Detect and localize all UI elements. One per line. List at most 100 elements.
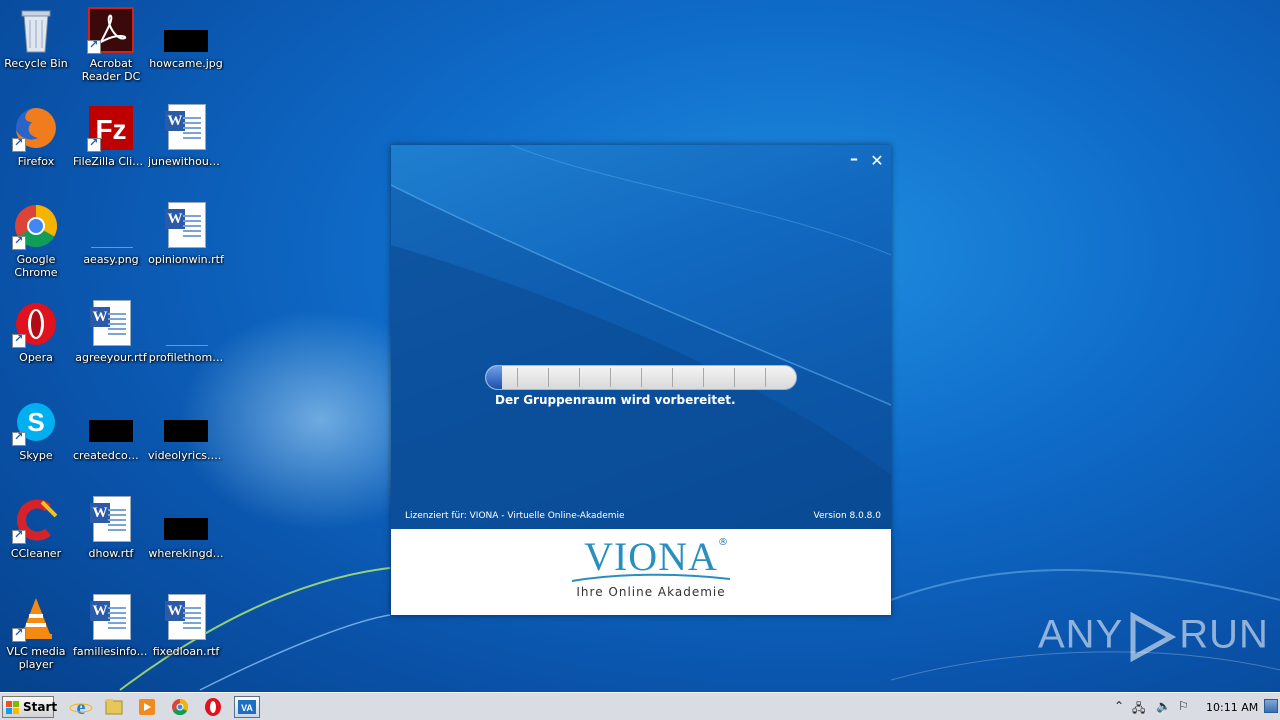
anyrun-watermark: ANY RUN	[1038, 612, 1269, 662]
taskbar-internet-explorer[interactable]: e	[68, 696, 94, 719]
desktop-icon-skype[interactable]: S Skype	[0, 398, 74, 462]
chrome-icon	[12, 202, 60, 250]
action-center-flag-icon[interactable]: ⚐	[1178, 699, 1189, 713]
desktop-icon-fixedloan[interactable]: W fixedloan.rtf	[148, 594, 224, 658]
loader-background-waves	[391, 145, 891, 529]
desktop-icon-agreeyour[interactable]: W agreeyour.rtf	[73, 300, 149, 364]
desktop-icon-filezilla[interactable]: Fz FileZilla Client	[73, 104, 149, 168]
word-document-icon: W	[162, 594, 210, 642]
license-text: Lizenziert für: VIONA - Virtuelle Online…	[405, 511, 625, 521]
watermark-left-text: ANY	[1038, 612, 1124, 657]
desktop-icon-label: CCleaner	[10, 547, 62, 560]
progress-fill	[486, 366, 502, 389]
desktop-icon-label: profilethom…	[148, 351, 224, 364]
desktop-icon-vlc[interactable]: VLC media player	[0, 594, 74, 671]
desktop-icon-label: aeasy.png	[83, 253, 139, 266]
loading-status-text: Der Gruppenraum wird vorbereitet.	[495, 393, 736, 407]
shortcut-arrow-icon	[87, 136, 101, 152]
desktop-icon-howcame[interactable]: howcame.jpg	[148, 6, 224, 70]
desktop-icon-label: opinionwin.rtf	[148, 253, 224, 266]
watermark-right-text: RUN	[1179, 612, 1269, 657]
desktop-icon-label: Firefox	[17, 155, 55, 168]
progress-segment	[641, 368, 642, 387]
word-document-icon: W	[87, 594, 135, 642]
image-file-icon	[162, 6, 210, 54]
opera-icon	[12, 300, 60, 348]
close-button[interactable]: ✕	[868, 151, 886, 170]
desktop-icon-createdcom[interactable]: createdcom…	[73, 398, 149, 462]
desktop-icon-label: Opera	[19, 351, 53, 364]
image-file-icon	[87, 398, 135, 446]
progress-segment	[672, 368, 673, 387]
desktop-icon-label: howcame.jpg	[149, 57, 223, 70]
show-hidden-icons-icon[interactable]: ⌃	[1114, 699, 1124, 713]
shortcut-arrow-icon	[12, 528, 26, 544]
network-icon[interactable]: 🖧	[1132, 699, 1145, 720]
desktop-icon-opera[interactable]: Opera	[0, 300, 74, 364]
logo-swoosh	[571, 573, 731, 582]
viona-logo: VIONA ® Ihre Online Akademie	[566, 535, 736, 609]
image-file-icon	[162, 496, 210, 544]
desktop-icon-label: fixedloan.rtf	[152, 645, 220, 658]
minimize-button[interactable]: –	[845, 149, 863, 168]
desktop-icon-dhow[interactable]: W dhow.rtf	[73, 496, 149, 560]
chrome-icon	[172, 698, 189, 716]
shortcut-arrow-icon	[12, 234, 26, 250]
start-label: Start	[23, 700, 58, 714]
taskbar-chrome[interactable]	[167, 696, 193, 718]
desktop-icon-label: dhow.rtf	[88, 547, 134, 560]
taskbar-media-player[interactable]	[134, 696, 160, 718]
desktop-icon-familiesinfo[interactable]: W familiesinfo.rtf	[73, 594, 149, 658]
desktop-icon-acrobat[interactable]: Acrobat Reader DC	[73, 6, 149, 83]
desktop-icon-opinionwin[interactable]: W opinionwin.rtf	[148, 202, 224, 266]
desktop-icon-label: VLC media player	[6, 645, 66, 671]
svg-text:e: e	[77, 697, 86, 718]
windows-logo-icon	[6, 701, 19, 714]
ccleaner-icon	[12, 496, 60, 544]
shortcut-arrow-icon	[12, 136, 26, 152]
skype-icon: S	[12, 398, 60, 446]
media-player-icon	[139, 699, 155, 715]
desktop-icon-label: Recycle Bin	[4, 57, 68, 70]
desktop-icon-junewithout[interactable]: W junewithout…	[148, 104, 224, 168]
desktop-icon-label: wherekingd…	[148, 547, 224, 560]
progress-segment	[517, 368, 518, 387]
taskbar-viona[interactable]: VA	[234, 696, 260, 718]
progress-segment	[610, 368, 611, 387]
taskbar: Start e VA ⌃ 🖧 🔈 ⚐ 10:11 AM	[0, 692, 1280, 720]
desktop-icon-aeasy[interactable]: aeasy.png	[73, 202, 149, 266]
word-document-icon: W	[162, 104, 210, 152]
desktop-icon-label: createdcom…	[73, 449, 149, 462]
image-file-icon	[162, 300, 210, 348]
desktop-icon-ccleaner[interactable]: CCleaner	[0, 496, 74, 560]
opera-icon	[205, 698, 221, 716]
desktop-icon-label: agreeyour.rtf	[75, 351, 147, 364]
internet-explorer-icon: e	[69, 697, 93, 719]
image-file-icon	[162, 398, 210, 446]
desktop-icon-profilethom[interactable]: profilethom…	[148, 300, 224, 364]
svg-text:VA: VA	[241, 703, 253, 713]
word-document-icon: W	[87, 496, 135, 544]
taskbar-opera[interactable]	[200, 696, 226, 718]
taskbar-file-explorer[interactable]	[101, 696, 127, 718]
show-desktop-button[interactable]	[1264, 699, 1278, 713]
clock[interactable]: 10:11 AM	[1206, 701, 1258, 714]
version-text: Version 8.0.8.0	[813, 511, 881, 521]
shortcut-arrow-icon	[87, 38, 101, 54]
start-button[interactable]: Start	[2, 696, 58, 718]
volume-icon[interactable]: 🔈	[1156, 699, 1171, 713]
desktop-icon-chrome[interactable]: Google Chrome	[0, 202, 74, 279]
desktop-icon-label: FileZilla Client	[73, 155, 149, 168]
desktop-icon-recycle-bin[interactable]: Recycle Bin	[0, 6, 74, 70]
desktop-icon-label: junewithout…	[148, 155, 224, 168]
recycle-bin-icon	[12, 6, 60, 54]
svg-text:S: S	[27, 407, 44, 437]
desktop-icon-label: Google Chrome	[14, 253, 58, 279]
logo-panel: VIONA ® Ihre Online Akademie	[391, 529, 891, 615]
desktop-icon-wherekingd[interactable]: wherekingd…	[148, 496, 224, 560]
desktop-icon-label: familiesinfo.rtf	[73, 645, 149, 658]
word-document-icon: W	[87, 300, 135, 348]
desktop-icon-videolyrics[interactable]: videolyrics.jpg	[148, 398, 224, 462]
desktop-icon-firefox[interactable]: Firefox	[0, 104, 74, 168]
desktop-icon-label: videolyrics.jpg	[148, 449, 224, 462]
